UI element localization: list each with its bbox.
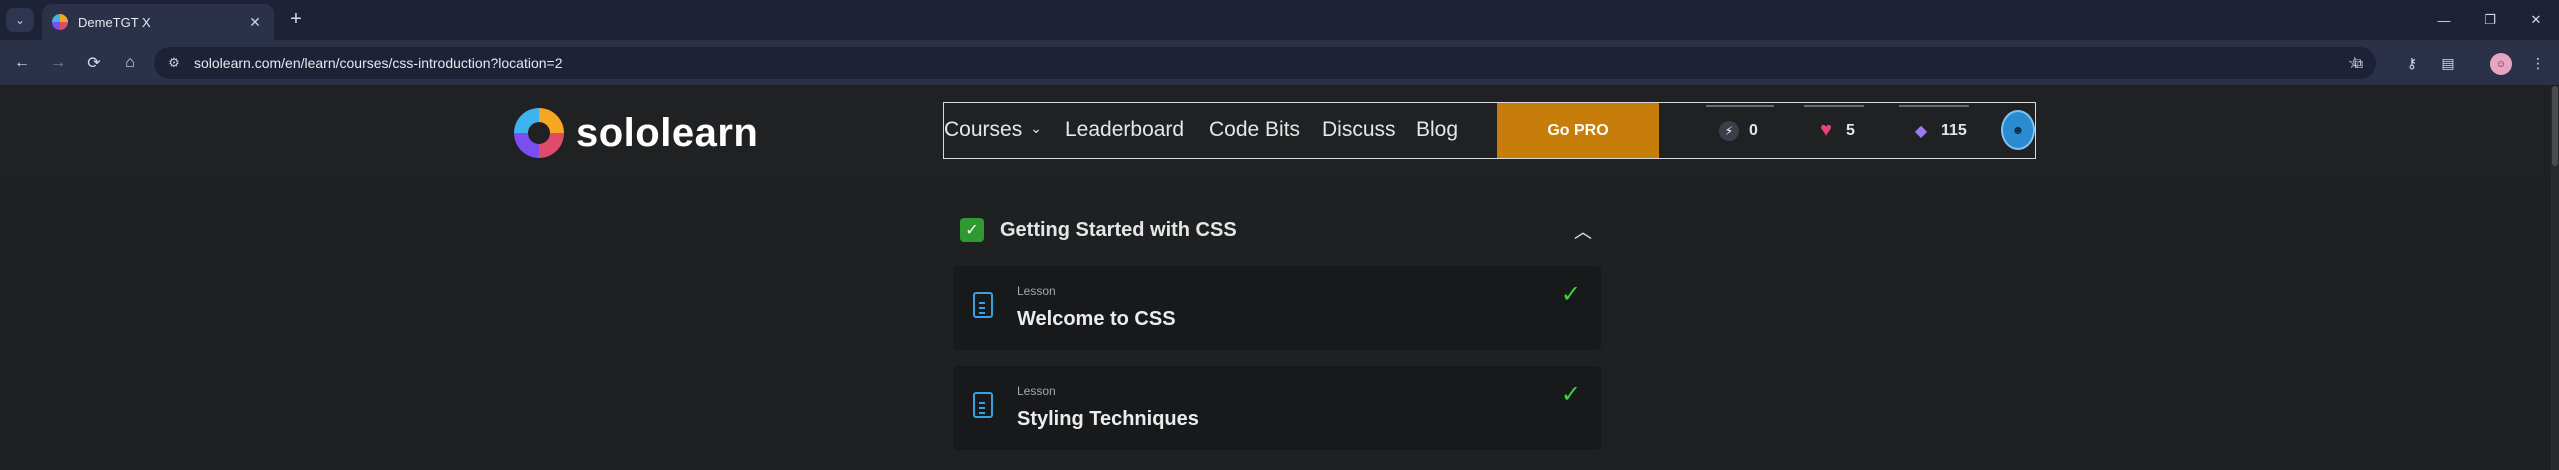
tab-title: DemeTGT X — [78, 14, 151, 30]
complete-check-icon: ✓ — [1560, 381, 1581, 408]
browser-menu-icon[interactable]: ⋮ — [2526, 51, 2550, 75]
go-pro-button[interactable]: Go PRO — [1497, 103, 1659, 158]
lesson-kind: Lesson — [1017, 284, 1056, 298]
page: sololearn Courses ⌄ Leaderboard Code Bits… — [0, 86, 2559, 470]
streak-count: 0 — [1749, 121, 1758, 139]
nav-leaderboard[interactable]: Leaderboard — [1065, 118, 1184, 142]
url-text[interactable]: sololearn.com/en/learn/courses/css-intro… — [194, 55, 562, 71]
nav-discuss[interactable]: Discuss — [1322, 118, 1396, 142]
back-icon[interactable]: ← — [10, 51, 34, 75]
gems-stat[interactable]: ◆ 115 — [1911, 103, 1967, 158]
hearts-stat[interactable]: ♥ 5 — [1816, 103, 1855, 158]
chevron-up-icon[interactable]: ︿ — [1574, 218, 1592, 244]
gem-icon: ◆ — [1914, 122, 1928, 140]
logo-mark-icon — [514, 108, 564, 158]
lesson-document-icon — [973, 292, 993, 318]
restore-icon[interactable]: ❐ — [2467, 0, 2513, 40]
home-icon[interactable]: ⌂ — [118, 51, 142, 75]
page-scrollbar[interactable] — [2551, 86, 2559, 470]
browser-toolbar: ← → ⟳ ⌂ ⚙ sololearn.com/en/learn/courses… — [0, 40, 2559, 86]
address-bar[interactable]: ⚙ sololearn.com/en/learn/courses/css-int… — [154, 47, 2376, 79]
scrollbar-thumb[interactable] — [2552, 86, 2558, 166]
site-info-icon[interactable]: ⚙ — [158, 47, 190, 79]
lesson-card[interactable]: Lesson Styling Techniques ✓ — [953, 366, 1601, 450]
forward-icon[interactable]: → — [46, 51, 70, 75]
main-nav: Courses ⌄ Leaderboard Code Bits Discuss B… — [943, 102, 2036, 159]
nav-courses-label: Courses — [944, 118, 1023, 141]
extensions-icon[interactable]: ⧉ — [2346, 51, 2370, 75]
lesson-kind: Lesson — [1017, 384, 1056, 398]
lesson-card[interactable]: Lesson Welcome to CSS ✓ — [953, 266, 1601, 350]
browser-tabstrip: ⌄ DemeTGT X ✕ + — ❐ ✕ — [0, 0, 2559, 40]
sololearn-logo[interactable]: sololearn — [514, 108, 758, 158]
browser-tab[interactable]: DemeTGT X ✕ — [42, 4, 274, 40]
section-title: Getting Started with CSS — [1000, 218, 1237, 241]
reading-list-icon[interactable]: ▤ — [2436, 51, 2460, 75]
tab-close-icon[interactable]: ✕ — [246, 14, 264, 31]
site-header: sololearn Courses ⌄ Leaderboard Code Bits… — [0, 86, 2559, 174]
chevron-down-icon: ⌄ — [1030, 120, 1042, 136]
gems-count: 115 — [1941, 121, 1967, 139]
nav-code-bits[interactable]: Code Bits — [1209, 118, 1300, 142]
logo-text: sololearn — [576, 110, 759, 155]
new-tab-icon[interactable]: + — [284, 8, 308, 32]
complete-check-icon: ✓ — [1560, 281, 1581, 308]
profile-avatar-icon[interactable]: ☺ — [2490, 53, 2512, 75]
hearts-count: 5 — [1846, 121, 1855, 139]
window-close-icon[interactable]: ✕ — [2513, 0, 2559, 40]
heart-icon: ♥ — [1820, 119, 1832, 141]
user-avatar[interactable]: ☻ — [2001, 110, 2035, 150]
nav-blog[interactable]: Blog — [1416, 118, 1458, 142]
lesson-document-icon — [973, 392, 993, 418]
section-header[interactable]: ✓ Getting Started with CSS ︿ — [960, 216, 1600, 244]
lightning-icon: ⚡ — [1719, 120, 1739, 141]
password-key-icon[interactable]: ⚷ — [2400, 51, 2424, 75]
section-complete-check-icon: ✓ — [960, 218, 984, 242]
tab-search-chevron-icon[interactable]: ⌄ — [6, 8, 34, 32]
minimize-icon[interactable]: — — [2421, 0, 2467, 40]
lesson-title: Welcome to CSS — [1017, 308, 1176, 330]
reload-icon[interactable]: ⟳ — [82, 51, 106, 75]
nav-courses[interactable]: Courses ⌄ — [944, 118, 1042, 142]
lesson-title: Styling Techniques — [1017, 408, 1199, 430]
window-controls: — ❐ ✕ — [2421, 0, 2559, 40]
streak-stat[interactable]: ⚡ 0 — [1719, 103, 1758, 158]
tab-favicon-icon — [52, 14, 68, 30]
